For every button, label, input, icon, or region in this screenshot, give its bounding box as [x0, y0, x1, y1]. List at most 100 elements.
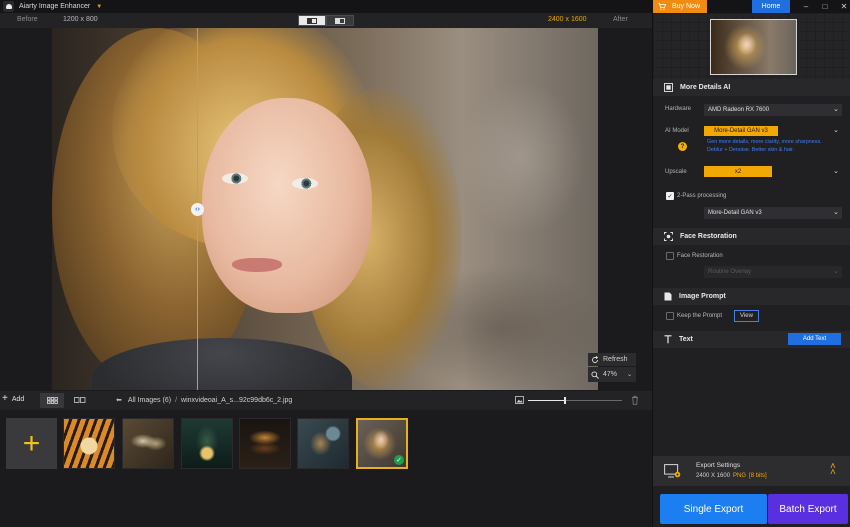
add-text-button[interactable]: Add Text	[788, 333, 841, 345]
face-restoration-title: Face Restoration	[680, 233, 737, 240]
thumbnail-size-slider-fill	[528, 400, 565, 401]
navigator-panel	[653, 13, 850, 79]
image-prompt-title: Image Prompt	[679, 293, 726, 300]
side-by-side-icon	[335, 17, 345, 24]
minimize-icon[interactable]: –	[797, 0, 815, 13]
split-view-icon	[307, 17, 317, 24]
single-export-button[interactable]: Single Export	[660, 494, 767, 524]
thumbnail-dog[interactable]	[297, 418, 349, 469]
upscale-value[interactable]: x2	[704, 166, 772, 177]
add-label: Add	[11, 395, 25, 403]
filmstrip-icon	[74, 397, 86, 403]
after-resolution: 2400 x 1600	[548, 16, 587, 23]
hardware-select[interactable]: AMD Radeon RX 7600 ⌄	[704, 104, 842, 116]
buy-now-button[interactable]: Buy Now	[653, 0, 707, 13]
ai-details-icon	[664, 83, 673, 92]
text-icon	[664, 335, 672, 344]
photo-lips	[232, 258, 282, 272]
more-details-title: More Details AI	[680, 84, 731, 91]
grid-icon	[46, 397, 58, 404]
add-image-tile[interactable]: +	[6, 418, 57, 469]
plus-icon: +	[2, 393, 8, 404]
upscale-label: Upscale	[665, 169, 687, 175]
export-bits: [8 bits]	[749, 473, 767, 479]
compare-split-handle[interactable]: ‹›	[191, 203, 204, 216]
thumbnail-butterfly[interactable]	[122, 418, 174, 469]
face-restoration-section-header: Face Restoration	[653, 228, 850, 245]
batch-export-button[interactable]: Batch Export	[768, 494, 848, 524]
two-pass-model-value: More-Detail GAN v3	[708, 210, 762, 216]
document-icon	[664, 292, 672, 301]
zoom-chevron-down-icon: ⌄	[627, 372, 633, 378]
image-size-icon	[515, 396, 524, 404]
thumbnail-burger[interactable]	[239, 418, 291, 469]
two-pass-checkbox[interactable]: ✓	[666, 192, 674, 200]
refresh-button[interactable]: Refresh	[588, 353, 636, 366]
compare-bar: Before 1200 x 800 2400 x 1600 After	[0, 13, 652, 28]
two-pass-model-select[interactable]: More-Detail GAN v3 ⌄	[704, 207, 842, 219]
chevron-down-icon: ⌄	[833, 168, 839, 175]
export-settings-title: Export Settings	[696, 462, 741, 469]
hardware-value: AMD Radeon RX 7600	[708, 107, 770, 113]
zoom-icon	[591, 370, 599, 379]
trash-icon[interactable]	[631, 395, 639, 405]
two-pass-label: 2-Pass processing	[677, 193, 727, 199]
ai-model-label: AI Model	[665, 128, 689, 134]
thumbnail-size-slider-handle[interactable]	[564, 397, 566, 404]
cart-icon	[658, 3, 666, 10]
app-logo-icon	[3, 1, 14, 12]
more-details-section-header: More Details AI	[653, 79, 850, 96]
view-mode-toggle	[298, 15, 354, 26]
buy-now-label: Buy Now	[672, 3, 701, 10]
add-images-button[interactable]: + Add	[2, 393, 25, 404]
zoom-dropdown[interactable]: 47% ⌄	[588, 367, 636, 382]
breadcrumb-separator: /	[175, 396, 178, 404]
thumbnail-lantern[interactable]	[181, 418, 233, 469]
chevron-down-icon: ⌄	[833, 209, 839, 216]
back-arrow-icon[interactable]: ⬅	[116, 396, 122, 404]
chevron-down-icon: ⌄	[833, 106, 839, 113]
app-menu-chevron-icon[interactable]: ▼	[96, 4, 102, 10]
split-view-button[interactable]	[298, 15, 326, 26]
chevron-down-icon: ⌄	[833, 268, 839, 275]
home-button[interactable]: Home	[752, 0, 790, 13]
grid-view-button[interactable]	[40, 393, 64, 408]
zoom-value: 47%	[603, 371, 618, 378]
face-restoration-model-select: Routine Overlay ⌄	[704, 266, 842, 278]
image-preview[interactable]: ‹›	[52, 28, 598, 390]
maximize-icon[interactable]: □	[816, 0, 834, 13]
breadcrumb-file-name: winxvideoai_A_s...92c99db6c_2.jpg	[181, 396, 293, 404]
hardware-label: Hardware	[665, 106, 692, 112]
face-restoration-model-value: Routine Overlay	[708, 269, 752, 275]
export-settings[interactable]: Export Settings 2400 X 1600 PNG [8 bits] ˄…	[653, 456, 850, 486]
keep-prompt-label: Keep the Prompt	[677, 313, 723, 319]
app-title: Aiarty Image Enhancer	[19, 3, 91, 10]
ai-model-value[interactable]: More-Detail GAN v3	[704, 126, 778, 136]
breadcrumb-all-images[interactable]: All Images (6)	[128, 397, 171, 404]
side-by-side-view-button[interactable]	[326, 15, 354, 26]
view-prompt-button[interactable]: View	[734, 310, 759, 322]
export-settings-summary: 2400 X 1600 PNG [8 bits]	[696, 473, 767, 479]
navigator-thumbnail[interactable]	[710, 19, 797, 75]
close-icon[interactable]: ✕	[835, 0, 850, 13]
face-restoration-checkbox[interactable]	[666, 252, 674, 260]
face-restoration-label: Face Restoration	[677, 253, 723, 259]
keep-prompt-checkbox[interactable]	[666, 312, 674, 320]
help-icon[interactable]: ?	[678, 142, 687, 151]
before-resolution: 1200 x 800	[63, 16, 98, 23]
ai-model-hint-line-1: Gen more details, more clarity, more sha…	[707, 139, 822, 145]
refresh-label: Refresh	[603, 356, 628, 363]
filmstrip-view-button[interactable]	[68, 393, 92, 408]
photo-face	[202, 98, 372, 313]
before-label: Before	[17, 16, 38, 23]
export-format: PNG	[733, 473, 747, 479]
photo-eye	[222, 173, 248, 184]
text-title: Text	[679, 336, 693, 343]
face-scan-icon	[664, 232, 673, 241]
thumbnail-list: + ✓	[0, 410, 652, 527]
settings-panel: Buy Now Home – □ ✕ More Details AI Hardw…	[652, 0, 850, 527]
thumbnail-tiger[interactable]	[63, 418, 115, 469]
after-label: After	[613, 16, 628, 23]
expand-up-icon[interactable]: ˄ ˄	[830, 462, 836, 478]
thumbnail-girl-selected[interactable]: ✓	[356, 418, 408, 469]
